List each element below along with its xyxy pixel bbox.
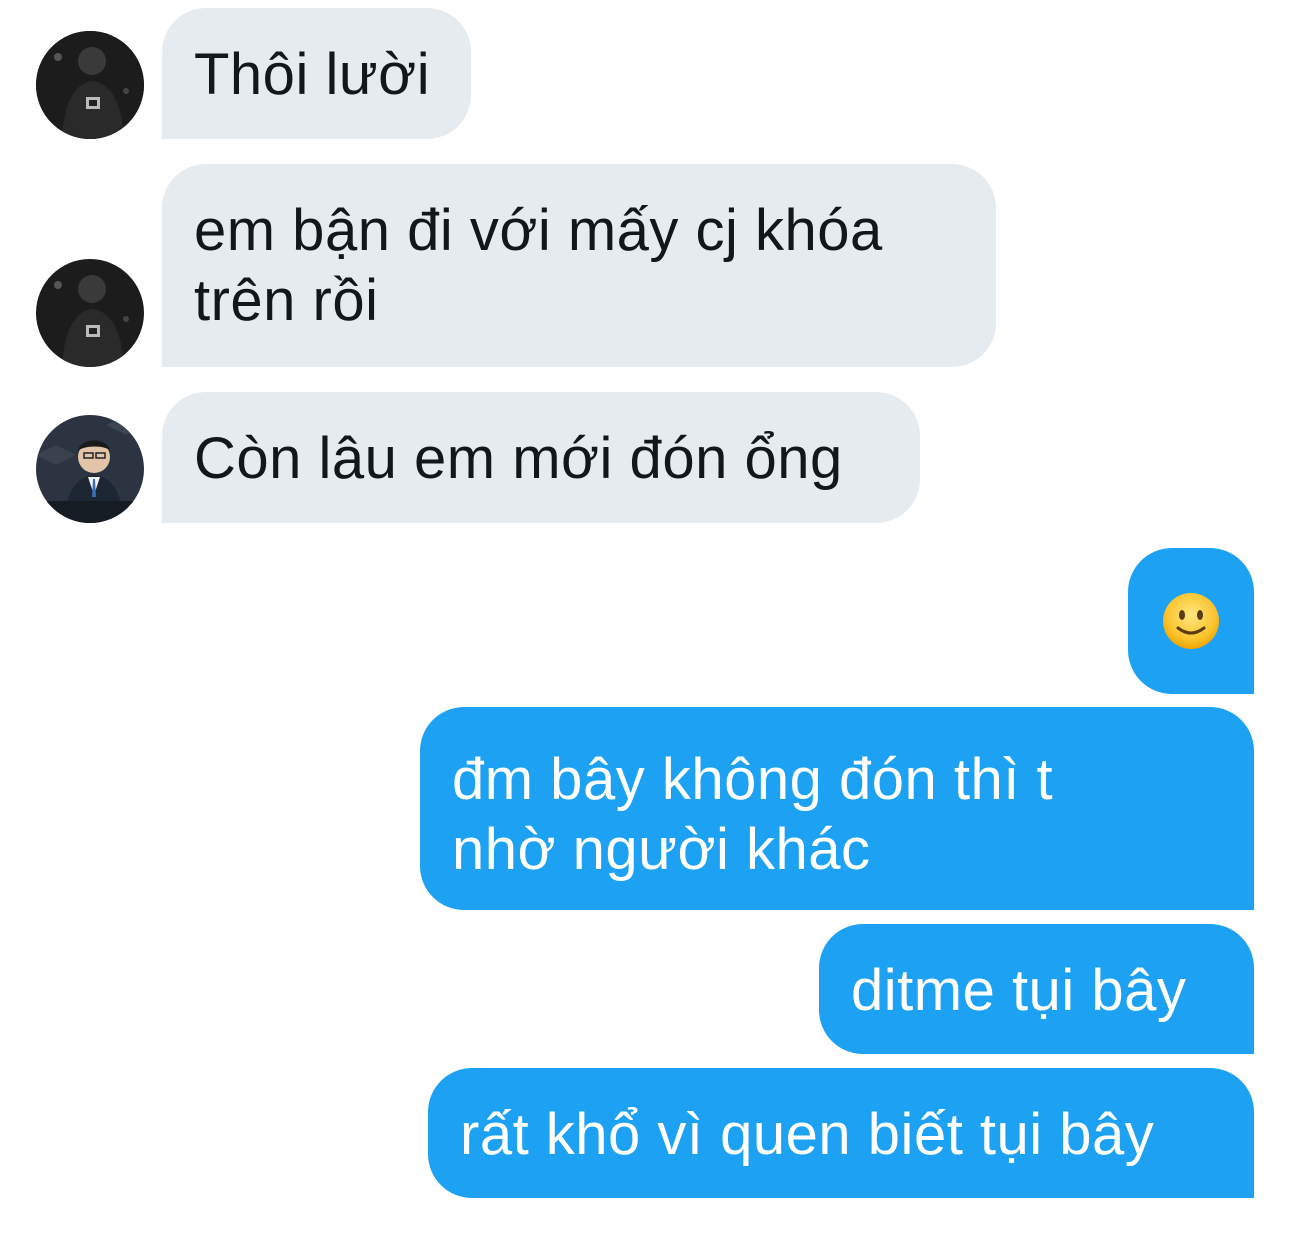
message-text: rất khổ vì quen biết tụi bây: [460, 1102, 1155, 1167]
message-text: đm bây không đón thì t nhờ người khác: [452, 747, 1054, 882]
message-bubble-outgoing[interactable]: ditme tụi bây: [819, 924, 1254, 1054]
message-bubble-incoming[interactable]: Thôi lười: [162, 8, 471, 139]
message-bubble-outgoing[interactable]: [1128, 548, 1254, 694]
avatar[interactable]: [36, 259, 144, 367]
avatar[interactable]: [36, 31, 144, 139]
avatar[interactable]: [36, 415, 144, 523]
slightly-smiling-face-icon: [1163, 593, 1219, 649]
message-bubble-outgoing[interactable]: rất khổ vì quen biết tụi bây: [428, 1068, 1254, 1198]
message-bubble-incoming[interactable]: em bận đi với mấy cj khóa trên rồi: [162, 164, 996, 367]
avatar-player-icon: [36, 31, 144, 139]
message-text: em bận đi với mấy cj khóa trên rồi: [194, 198, 883, 333]
message-text: ditme tụi bây: [851, 958, 1187, 1023]
message-bubble-outgoing[interactable]: đm bây không đón thì t nhờ người khác: [420, 707, 1254, 910]
avatar-man-suit-icon: [36, 415, 144, 523]
message-text: Còn lâu em mới đón ổng: [194, 426, 843, 491]
message-text: Thôi lười: [194, 42, 431, 107]
avatar-player-icon: [36, 259, 144, 367]
message-bubble-incoming[interactable]: Còn lâu em mới đón ổng: [162, 392, 920, 523]
